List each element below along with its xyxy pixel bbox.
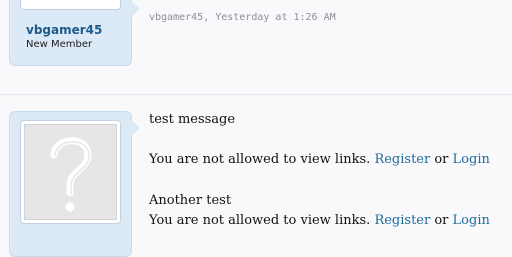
links-restricted-notice: You are not allowed to view links. Regis…: [149, 213, 490, 228]
user-title: New Member: [26, 39, 93, 50]
message-heading: Another test: [149, 193, 232, 208]
message-title: test message: [149, 112, 236, 127]
question-mark-icon: [50, 137, 92, 212]
notice-text: You are not allowed to view links.: [149, 152, 371, 167]
avatar[interactable]: [20, 120, 121, 224]
notice-text: You are not allowed to view links.: [149, 213, 371, 228]
card-pointer: [131, 1, 140, 17]
login-link[interactable]: Login: [453, 152, 490, 167]
username-link[interactable]: vbgamer45: [26, 23, 102, 37]
avatar-placeholder: [24, 124, 117, 220]
user-info-card: vbgamer45 New Member: [9, 0, 140, 66]
or-text: or: [434, 152, 449, 167]
links-restricted-notice: You are not allowed to view links. Regis…: [149, 152, 490, 167]
post: vbgamer45 New Member vbgamer45, Yesterda…: [0, 0, 512, 86]
card-pointer: [131, 120, 140, 136]
avatar[interactable]: [20, 0, 121, 10]
or-text: or: [434, 213, 449, 228]
register-link[interactable]: Register: [374, 152, 430, 167]
post-meta[interactable]: vbgamer45, Yesterday at 1:26 AM: [149, 12, 336, 23]
login-link[interactable]: Login: [453, 213, 490, 228]
register-link[interactable]: Register: [374, 213, 430, 228]
user-info-card: [9, 111, 140, 257]
post: test message You are not allowed to view…: [0, 94, 512, 257]
